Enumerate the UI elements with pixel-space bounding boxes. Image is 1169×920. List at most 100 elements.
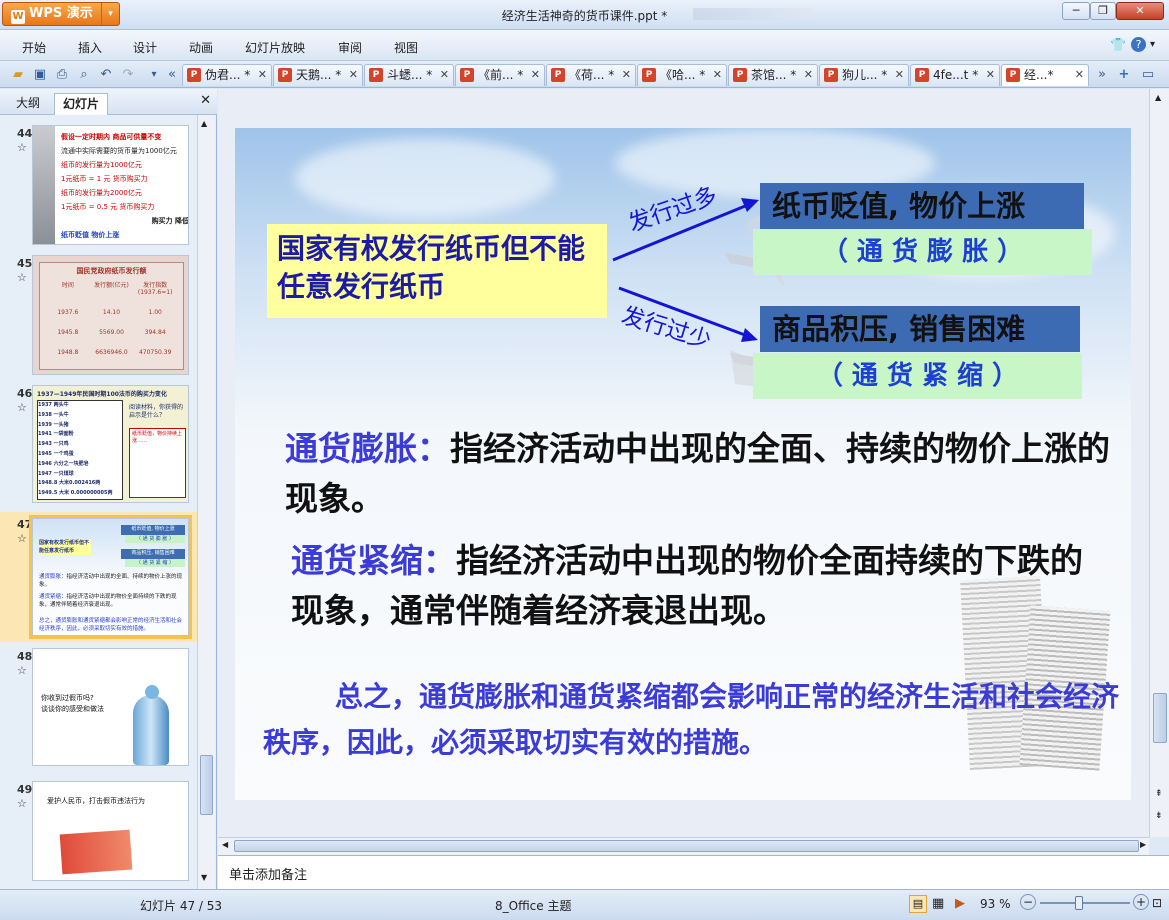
- scroll-up-icon[interactable]: ▲: [1155, 93, 1161, 102]
- tab-outline[interactable]: 大纲: [8, 93, 48, 115]
- menu-home[interactable]: 开始: [22, 39, 46, 56]
- doc-tab[interactable]: P 天鹅... * ✕: [273, 64, 363, 86]
- open-folder-icon[interactable]: ▰: [10, 67, 26, 83]
- new-tab-icon[interactable]: +: [1116, 67, 1132, 83]
- close-icon[interactable]: ✕: [1075, 65, 1084, 85]
- close-icon[interactable]: ✕: [531, 65, 540, 85]
- zoom-slider-thumb[interactable]: [1075, 896, 1083, 910]
- slide-number: 47: [17, 518, 33, 531]
- close-icon[interactable]: ✕: [713, 65, 722, 85]
- menu-review[interactable]: 审阅: [338, 39, 362, 56]
- scroll-up-icon[interactable]: ▲: [201, 119, 207, 128]
- thumbnail-list: 44 ☆ 假设一定时期内 商品可供量不变 流通中实际需要的货币量为1000亿元 …: [0, 115, 197, 889]
- zoom-slider-track[interactable]: [1040, 902, 1130, 904]
- tab-scroll-right-icon[interactable]: »: [1094, 67, 1110, 83]
- chevron-down-icon[interactable]: ▾: [1150, 39, 1155, 50]
- slide-thumbnail: 你收到过假币吗? 谈谈你的感受和做法: [32, 648, 189, 766]
- menu-design[interactable]: 设计: [133, 39, 157, 56]
- thumb-text: 1948.8 大米0.002416两: [38, 480, 101, 487]
- menu-view[interactable]: 视图: [394, 39, 418, 56]
- tab-list-icon[interactable]: ▭: [1140, 67, 1156, 83]
- skin-icon[interactable]: 👕: [1110, 38, 1126, 53]
- thumb-cell: 时间: [61, 282, 74, 289]
- thumbnail-45[interactable]: 45 ☆ 国民党政府纸币发行额 时间 发行额(亿元) 发行指数(1937.6=1) …: [0, 253, 197, 378]
- zoom-in-icon[interactable]: +: [1133, 894, 1149, 910]
- slideshow-icon[interactable]: ▶: [955, 896, 965, 911]
- next-slide-icon[interactable]: ⇟: [1155, 811, 1163, 821]
- slide-sorter-icon[interactable]: ▦: [932, 896, 944, 911]
- print-preview-icon[interactable]: ⌕: [76, 67, 92, 83]
- print-icon[interactable]: ⎙: [54, 67, 70, 83]
- doc-tab[interactable]: P 《荷... * ✕: [546, 64, 636, 86]
- scroll-left-icon[interactable]: ◀: [222, 840, 228, 849]
- thumbnail-47-selected[interactable]: 47 ☆ 国家有权发行纸币但不能任意发行纸币 纸币贬值, 物价上涨 （ 通 货 …: [0, 512, 197, 642]
- quick-access-dropdown-icon[interactable]: ▾: [146, 67, 162, 83]
- menu-slideshow[interactable]: 幻灯片放映: [245, 39, 305, 56]
- thumb-text: 商品积压, 销售困难: [121, 549, 185, 559]
- maximize-button[interactable]: ❐: [1090, 2, 1116, 20]
- menu-animation[interactable]: 动画: [189, 39, 213, 56]
- notes-placeholder: 单击添加备注: [229, 868, 308, 883]
- thumb-text: 1939 一头猪: [38, 421, 69, 428]
- scroll-thumb[interactable]: [234, 840, 1139, 852]
- doc-tab-active[interactable]: P 经...* ✕: [1001, 64, 1089, 86]
- doc-tab-label: 伪君... *: [205, 68, 251, 82]
- document-title: 经济生活神奇的货币课件.ppt *: [501, 9, 668, 23]
- close-icon[interactable]: ✕: [258, 65, 267, 85]
- prev-slide-icon[interactable]: ⇞: [1155, 789, 1163, 799]
- thumb-text: 购买力 降低: [151, 217, 189, 225]
- close-icon[interactable]: ✕: [200, 93, 211, 108]
- doc-tab[interactable]: P 《哈... * ✕: [637, 64, 727, 86]
- slide-canvas[interactable]: 发行过多 发行过少 国家有权发行纸币但不能任意发行纸币 纸币贬值, 物价上涨 （…: [235, 128, 1131, 800]
- save-icon[interactable]: ▣: [32, 67, 48, 83]
- document-tab-bar: ▰ ▣ ⎙ ⌕ ↶ ↷ ▾ « P 伪君... * ✕ P 天鹅... * ✕ P 斗蟋.…: [0, 60, 1169, 88]
- thumbnail-46[interactable]: 46 ☆ 1937—1949年民国时期100法币的购买力变化 1937 两头牛 …: [0, 383, 197, 508]
- doc-tab[interactable]: P 伪君... * ✕: [182, 64, 272, 86]
- doc-tab[interactable]: P 斗蟋... * ✕: [364, 64, 454, 86]
- doc-tab[interactable]: P 狗儿... * ✕: [819, 64, 909, 86]
- close-button[interactable]: ✕: [1116, 2, 1164, 20]
- doc-tab[interactable]: P 《前... * ✕: [455, 64, 545, 86]
- thumb-text: 谈谈你的感受和做法: [41, 705, 104, 713]
- zoom-out-icon[interactable]: −: [1020, 894, 1036, 910]
- tab-scroll-left-icon[interactable]: «: [164, 67, 180, 83]
- close-icon[interactable]: ✕: [349, 65, 358, 85]
- thumbnail-49[interactable]: 49 ☆ 爱护人民币，打击假币违法行为: [0, 779, 197, 889]
- thumb-text: 1941 一袋面粉: [38, 431, 74, 438]
- outcome-box-1-sub: （ 通 货 膨 胀 ）: [753, 229, 1092, 275]
- menu-insert[interactable]: 插入: [78, 39, 102, 56]
- close-icon[interactable]: ✕: [986, 65, 995, 85]
- thumbnail-48[interactable]: 48 ☆ 你收到过假币吗? 谈谈你的感受和做法: [0, 646, 197, 771]
- slide-vertical-scrollbar[interactable]: ▲ ⇞ ⇟: [1149, 89, 1169, 837]
- thumb-text: 通货紧缩：指经济活动中出现的物价全面持续的下跌的现象，通常伴随着经济衰退出现。: [39, 594, 177, 608]
- thumb-title: 1937—1949年民国时期100法币的购买力变化: [37, 391, 167, 398]
- minimize-button[interactable]: ─: [1062, 2, 1090, 20]
- blurred-title-extra: [693, 8, 813, 20]
- help-icon[interactable]: ?: [1131, 37, 1146, 52]
- fit-window-icon[interactable]: ⊡: [1152, 896, 1162, 910]
- doc-tab-label: 《哈... *: [660, 68, 706, 82]
- scroll-right-icon[interactable]: ▶: [1140, 840, 1146, 849]
- ppt-file-icon: P: [1006, 68, 1020, 82]
- summary-text: 总之，通货膨胀和通货紧缩都会影响正常的经济生活和社会经济秩序，因此，必须采取切实…: [263, 680, 1120, 759]
- doc-tab[interactable]: P 茶馆... * ✕: [728, 64, 818, 86]
- scroll-down-icon[interactable]: ▼: [201, 873, 207, 882]
- scroll-thumb[interactable]: [200, 755, 213, 815]
- doc-tab[interactable]: P 4fe...t * ✕: [910, 64, 1000, 86]
- thumb-text: 1945 一个鸡蛋: [38, 450, 74, 457]
- thumbnail-44[interactable]: 44 ☆ 假设一定时期内 商品可供量不变 流通中实际需要的货币量为1000亿元 …: [0, 119, 197, 249]
- redo-icon[interactable]: ↷: [120, 67, 136, 83]
- scroll-thumb[interactable]: [1153, 693, 1167, 743]
- close-icon[interactable]: ✕: [804, 65, 813, 85]
- close-icon[interactable]: ✕: [622, 65, 631, 85]
- close-icon[interactable]: ✕: [440, 65, 449, 85]
- thumbnail-scrollbar[interactable]: ▲ ▼: [197, 115, 215, 889]
- undo-icon[interactable]: ↶: [98, 67, 114, 83]
- deflation-term: 通货紧缩：: [291, 541, 456, 580]
- normal-view-icon[interactable]: ▤: [909, 895, 927, 913]
- tab-slides[interactable]: 幻灯片: [54, 93, 109, 115]
- outcome-box-2-title: 商品积压, 销售困难: [760, 306, 1080, 352]
- notes-pane[interactable]: 单击添加备注: [218, 855, 1169, 889]
- slide-horizontal-scrollbar[interactable]: ◀ ▶: [218, 837, 1149, 855]
- close-icon[interactable]: ✕: [895, 65, 904, 85]
